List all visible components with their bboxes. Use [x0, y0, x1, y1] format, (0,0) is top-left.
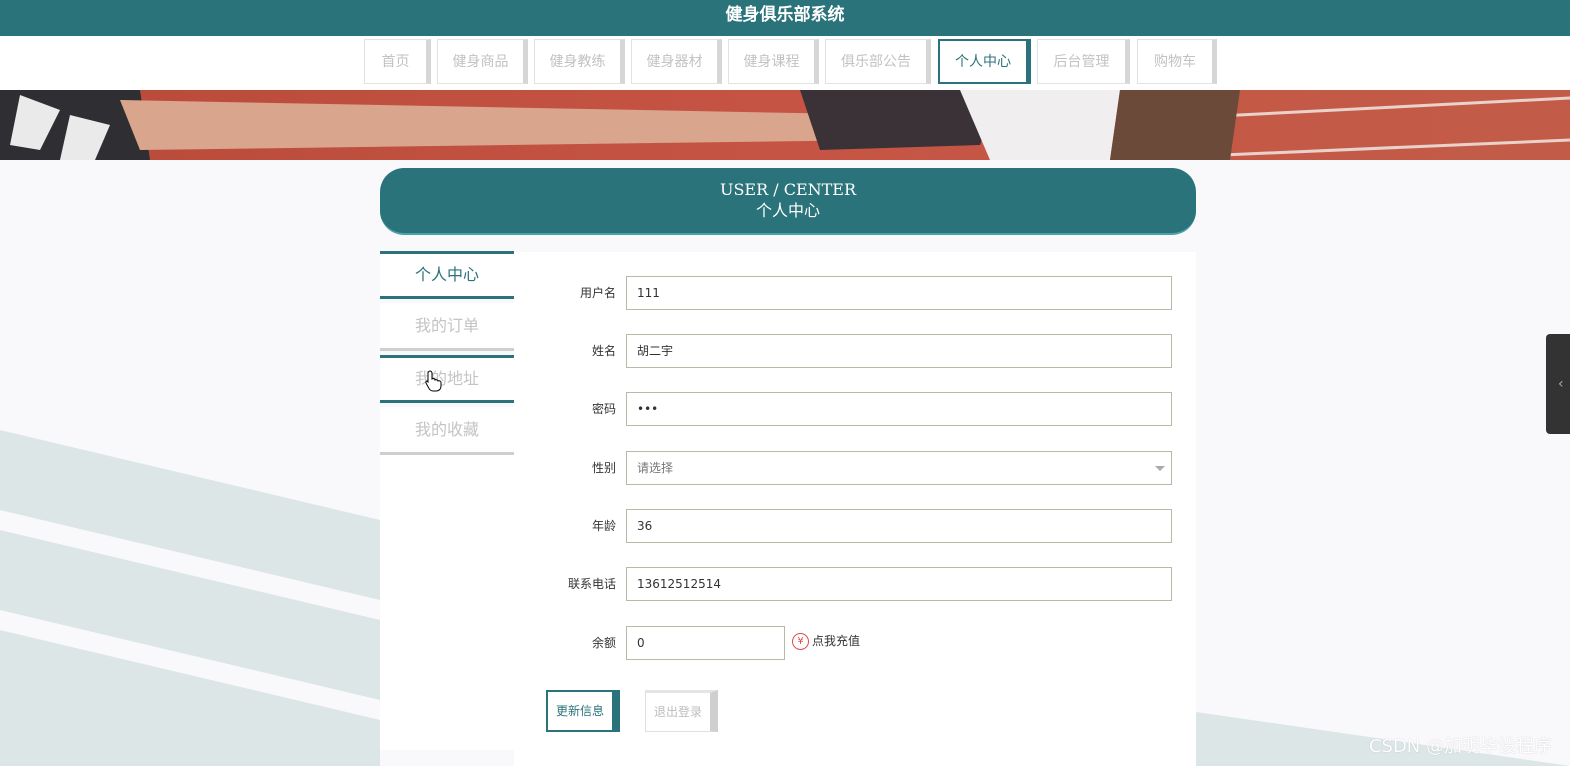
gender-label: 性别: [591, 461, 616, 475]
sidebar-menu: 个人中心 我的订单 我的地址 我的收藏: [380, 251, 514, 459]
user-center-header: USER / CENTER 个人中心: [380, 168, 1196, 235]
nav-courses[interactable]: 健身课程: [728, 39, 819, 84]
watermark: CSDN @加明毕设程序: [1368, 736, 1552, 757]
phone-field[interactable]: 13612512514: [626, 567, 1172, 601]
nav-products[interactable]: 健身商品: [437, 39, 528, 84]
recharge-label: 点我充值: [812, 634, 861, 648]
balance-row: 余额 0 ¥ 点我充值: [514, 626, 1196, 661]
name-field[interactable]: 胡二宇: [626, 334, 1172, 368]
sidebar-background: [380, 455, 514, 750]
nav-cart[interactable]: 购物车: [1137, 39, 1217, 84]
logout-button[interactable]: 退出登录: [645, 690, 718, 732]
username-field[interactable]: 111: [626, 276, 1172, 310]
nav-coaches[interactable]: 健身教练: [534, 39, 625, 84]
hand-cursor-icon: [425, 370, 442, 392]
name-row: 姓名 胡二宇: [514, 334, 1196, 369]
header-english: USER / CENTER: [719, 180, 857, 199]
nav-home[interactable]: 首页: [364, 39, 431, 84]
app-title: 健身俱乐部系统: [725, 5, 845, 25]
sidebar-item-addresses[interactable]: 我的地址: [380, 355, 514, 403]
password-field[interactable]: •••: [626, 392, 1172, 426]
sidebar-item-orders[interactable]: 我的订单: [380, 303, 514, 351]
nav-user-center[interactable]: 个人中心: [938, 39, 1031, 84]
update-info-button[interactable]: 更新信息: [546, 690, 620, 732]
main-nav: 首页 健身商品 健身教练 健身器材 健身课程 俱乐部公告 个人中心 后台管理 购…: [0, 36, 1570, 90]
sidebar-item-favorites[interactable]: 我的收藏: [380, 407, 514, 455]
sidebar-item-user-center[interactable]: 个人中心: [380, 251, 514, 299]
yen-icon: ¥: [792, 633, 809, 650]
username-row: 用户名 111: [514, 276, 1196, 311]
age-row: 年龄 36: [514, 509, 1196, 544]
recharge-link[interactable]: ¥ 点我充值: [792, 632, 860, 650]
gender-select[interactable]: 请选择: [626, 451, 1172, 485]
chevron-down-icon: [1155, 466, 1165, 471]
side-drawer-tab[interactable]: ‹: [1546, 334, 1570, 434]
age-field[interactable]: 36: [626, 509, 1172, 543]
nav-announcements[interactable]: 俱乐部公告: [825, 39, 931, 84]
balance-label: 余额: [591, 636, 616, 650]
nav-equipment[interactable]: 健身器材: [631, 39, 722, 84]
gender-row: 性别 请选择: [514, 451, 1196, 486]
chevron-left-icon: ‹: [1558, 376, 1564, 392]
phone-row: 联系电话 13612512514: [514, 567, 1196, 602]
gender-placeholder: 请选择: [637, 461, 674, 475]
nav-admin[interactable]: 后台管理: [1037, 39, 1130, 84]
profile-form: 用户名 111 姓名 胡二宇 密码 ••• 性别 请选择 年龄 36 联系电话 …: [514, 252, 1196, 766]
name-label: 姓名: [591, 344, 616, 358]
balance-field[interactable]: 0: [626, 626, 785, 660]
header-chinese: 个人中心: [755, 201, 820, 220]
username-label: 用户名: [579, 286, 616, 300]
password-row: 密码 •••: [514, 392, 1196, 427]
phone-label: 联系电话: [567, 577, 616, 591]
banner-image: [0, 90, 1570, 160]
age-label: 年龄: [591, 519, 616, 533]
app-title-bar: 健身俱乐部系统: [0, 0, 1570, 36]
password-label: 密码: [591, 402, 616, 416]
